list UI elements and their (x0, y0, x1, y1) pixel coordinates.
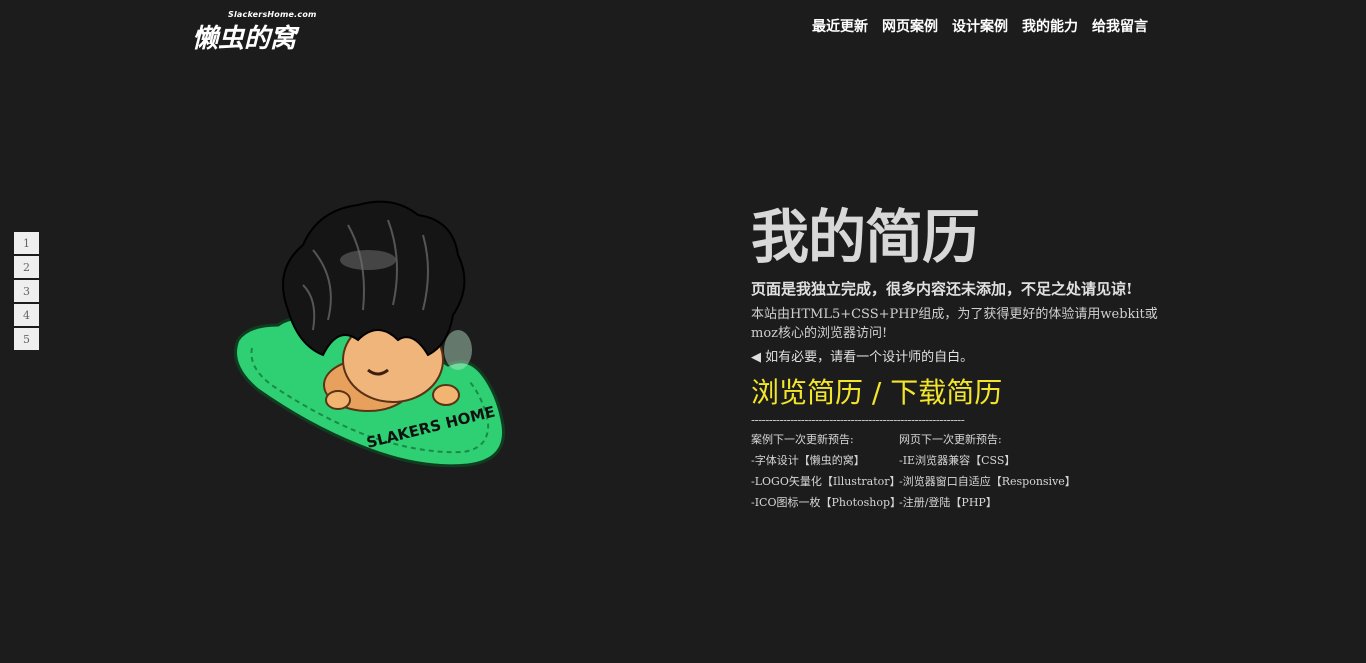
browse-resume-link[interactable]: 浏览简历 (751, 376, 863, 409)
update-preview: 案例下一次更新预告: -字体设计【懒虫的窝】 -LOGO矢量化【Illustra… (751, 429, 1191, 513)
mascot-left-hand (325, 390, 351, 410)
nav-my-skills[interactable]: 我的能力 (1022, 16, 1078, 36)
case-update-heading: 案例下一次更新预告: (751, 433, 854, 446)
logo-name: 懒虫的窝 (192, 24, 297, 54)
resume-title: 我的简历 (751, 203, 980, 271)
resume-description: 本站由HTML5+CSS+PHP组成，为了获得更好的体验请用webkit或moz… (751, 307, 1158, 341)
nav-leave-message[interactable]: 给我留言 (1092, 16, 1148, 36)
web-update-column: 网页下一次更新预告: -IE浏览器兼容【CSS】 -浏览器窗口自适应【Respo… (899, 429, 1076, 513)
designer-statement-link[interactable]: ◀ 如有必要，请看一个设计师的自白。 (751, 346, 1191, 365)
mascot-sleep-bubble (444, 330, 472, 370)
case-update-column: 案例下一次更新预告: -字体设计【懒虫的窝】 -LOGO矢量化【Illustra… (751, 429, 902, 513)
site-logo[interactable]: SlackersHome.com 懒虫的窝 (192, 10, 322, 54)
pager-item-4[interactable]: 4 (14, 304, 39, 326)
mascot-illustration: SLAKERS HOME (234, 200, 506, 468)
pager-item-5[interactable]: 5 (14, 328, 39, 350)
list-item: -ICO图标一枚【Photoshop】 (751, 496, 902, 509)
list-item: -IE浏览器兼容【CSS】 (899, 454, 1016, 467)
pager-item-3[interactable]: 3 (14, 280, 39, 302)
mascot-right-hand (432, 384, 460, 406)
nav-recent-updates[interactable]: 最近更新 (812, 16, 868, 36)
pager-item-2[interactable]: 2 (14, 256, 39, 278)
download-resume-link[interactable]: 下载简历 (890, 376, 1002, 409)
list-item: -LOGO矢量化【Illustrator】 (751, 475, 901, 488)
main-nav: 最近更新 网页案例 设计案例 我的能力 给我留言 (812, 16, 1148, 36)
pager-item-1[interactable]: 1 (14, 232, 39, 254)
resume-section: 我的简历 页面是我独立完成，很多内容还未添加，不足之处请见谅! 本站由HTML5… (751, 200, 1191, 513)
web-update-heading: 网页下一次更新预告: (899, 433, 1002, 446)
list-item: -字体设计【懒虫的窝】 (751, 454, 865, 467)
links-separator: / (863, 376, 891, 409)
nav-web-cases[interactable]: 网页案例 (882, 16, 938, 36)
page: SlackersHome.com 懒虫的窝 最近更新 网页案例 设计案例 我的能… (0, 0, 1366, 663)
side-pager: 1 2 3 4 5 (14, 232, 39, 350)
resume-links: 浏览简历 / 下载简历 (751, 371, 1191, 411)
mascot-hair-shine (340, 250, 396, 270)
list-item: -注册/登陆【PHP】 (899, 496, 997, 509)
dashed-divider: ----------------------------------------… (751, 413, 965, 427)
nav-design-cases[interactable]: 设计案例 (952, 16, 1008, 36)
list-item: -浏览器窗口自适应【Responsive】 (899, 475, 1076, 488)
resume-subtitle: 页面是我独立完成，很多内容还未添加，不足之处请见谅! (751, 280, 1133, 298)
